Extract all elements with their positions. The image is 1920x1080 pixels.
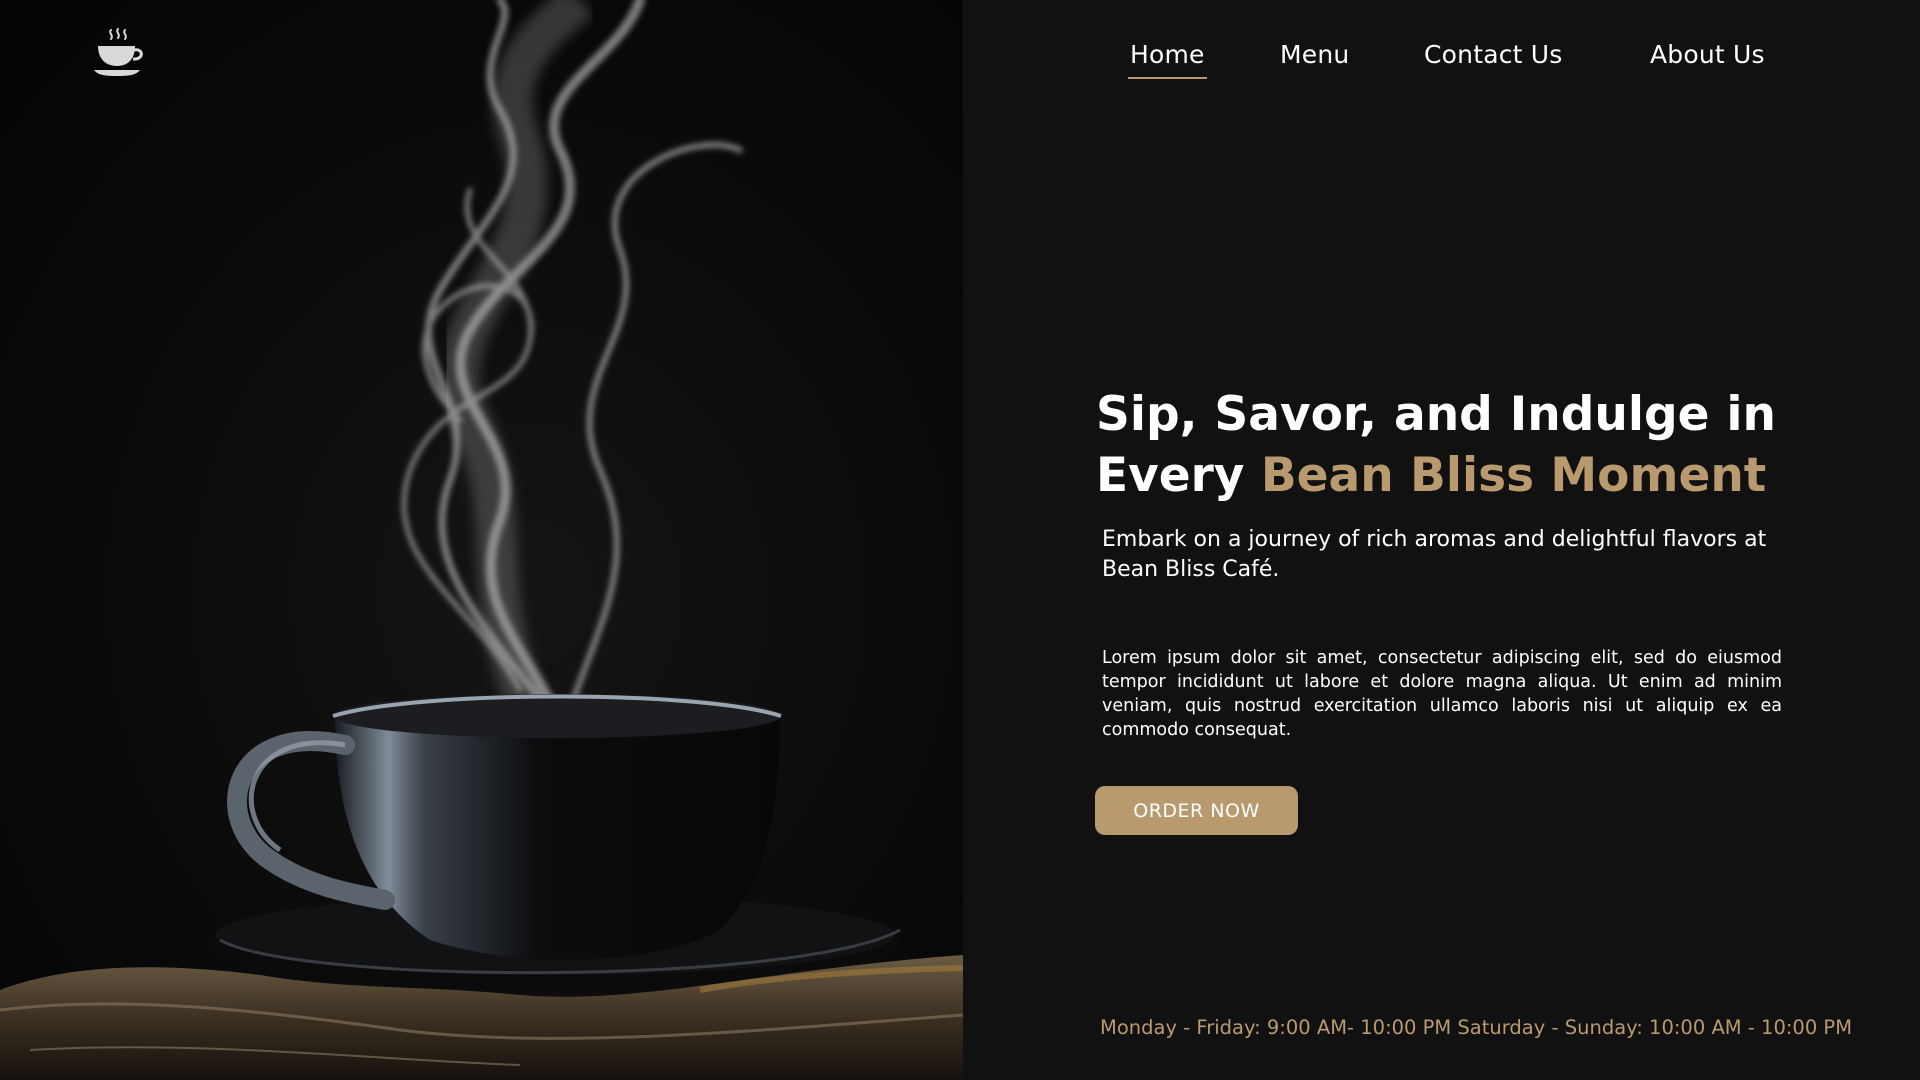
nav-item-home[interactable]: Home — [1128, 40, 1207, 79]
hero-subheading: Embark on a journey of rich aromas and d… — [1102, 527, 1767, 582]
coffee-cup-icon[interactable] — [92, 26, 146, 80]
landing-page: Home Menu Contact Us About Us Sip, Savor… — [0, 0, 1920, 1080]
coffee-cup-photo — [0, 0, 963, 1080]
nav-item-about-us[interactable]: About Us — [1650, 40, 1765, 69]
headline-line-1: Sip, Savor, and Indulge in — [1096, 387, 1776, 442]
headline-line-2-prefix: Every — [1096, 448, 1261, 503]
nav-item-contact-us[interactable]: Contact Us — [1424, 40, 1563, 69]
main-nav: Home Menu Contact Us About Us — [1100, 40, 1900, 90]
opening-hours: Monday - Friday: 9:00 AM- 10:00 PM Satur… — [1100, 1016, 1853, 1039]
hero-body-text: Lorem ipsum dolor sit amet, consectetur … — [1102, 648, 1782, 740]
nav-item-menu[interactable]: Menu — [1280, 40, 1349, 69]
headline-accent: Bean Bliss Moment — [1260, 448, 1767, 503]
hero-headline: Sip, Savor, and Indulge in Every Bean Bl… — [1096, 384, 1776, 506]
order-now-button[interactable]: ORDER NOW — [1095, 786, 1298, 835]
